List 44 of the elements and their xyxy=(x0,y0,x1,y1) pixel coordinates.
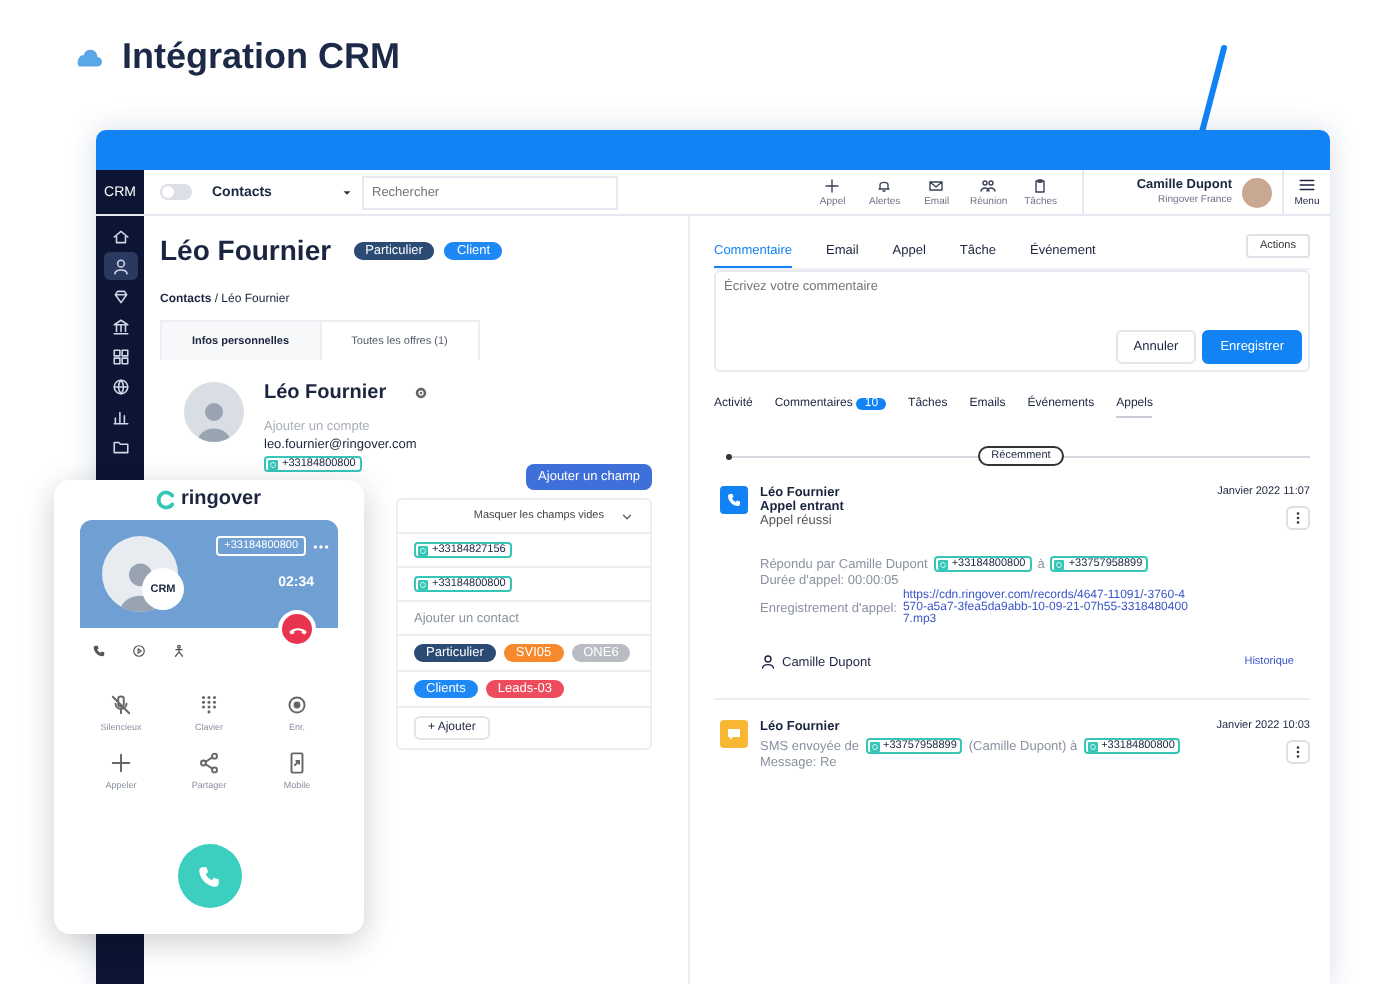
caret-icon xyxy=(340,185,354,199)
contact-name: Léo Fournier xyxy=(160,234,332,266)
mini-tab[interactable] xyxy=(172,644,186,658)
people-icon xyxy=(980,177,997,193)
phone-icon xyxy=(726,492,742,508)
person-icon xyxy=(760,654,776,670)
keypad-icon xyxy=(198,694,220,716)
brand-name: ringover xyxy=(180,488,261,510)
menu-icon xyxy=(1298,176,1316,194)
plus-icon xyxy=(824,177,841,193)
phone-icon xyxy=(92,644,106,658)
bar-chart-icon xyxy=(111,407,129,425)
page-title: Intégration CRM xyxy=(122,36,400,78)
toggle-switch[interactable] xyxy=(160,184,192,200)
contact-name: Léo Fournier xyxy=(264,382,387,404)
clipboard-icon xyxy=(1032,177,1049,193)
hang-up-button[interactable] xyxy=(278,610,316,648)
folder-icon xyxy=(111,437,129,455)
muted-microphone-icon xyxy=(110,694,132,716)
bell-icon xyxy=(876,177,893,193)
mini-tab[interactable] xyxy=(132,644,146,658)
globe-icon xyxy=(111,377,129,395)
stick-figure-icon xyxy=(172,644,186,658)
play-circle-icon xyxy=(132,644,146,658)
phone-icon xyxy=(196,863,222,889)
message-icon xyxy=(726,726,742,742)
record-icon xyxy=(286,694,308,716)
mobile-phone-icon xyxy=(286,752,308,774)
more-button[interactable] xyxy=(1286,740,1310,764)
ring-logo-icon xyxy=(156,489,177,509)
sidebar-item[interactable] xyxy=(103,252,137,280)
share-icon xyxy=(198,752,220,774)
bank-icon xyxy=(111,317,129,335)
mail-icon xyxy=(928,177,945,193)
grid-icon xyxy=(111,347,129,365)
plus-icon xyxy=(110,752,132,774)
home-icon xyxy=(111,227,129,245)
diamond-icon xyxy=(111,287,129,305)
person-icon xyxy=(111,257,129,275)
mini-tab[interactable] xyxy=(92,644,106,658)
chevron-down-icon[interactable] xyxy=(620,509,634,523)
more-button[interactable] xyxy=(1286,506,1310,530)
decorative-stroke xyxy=(1196,44,1228,136)
settings-icon[interactable] xyxy=(414,386,429,400)
